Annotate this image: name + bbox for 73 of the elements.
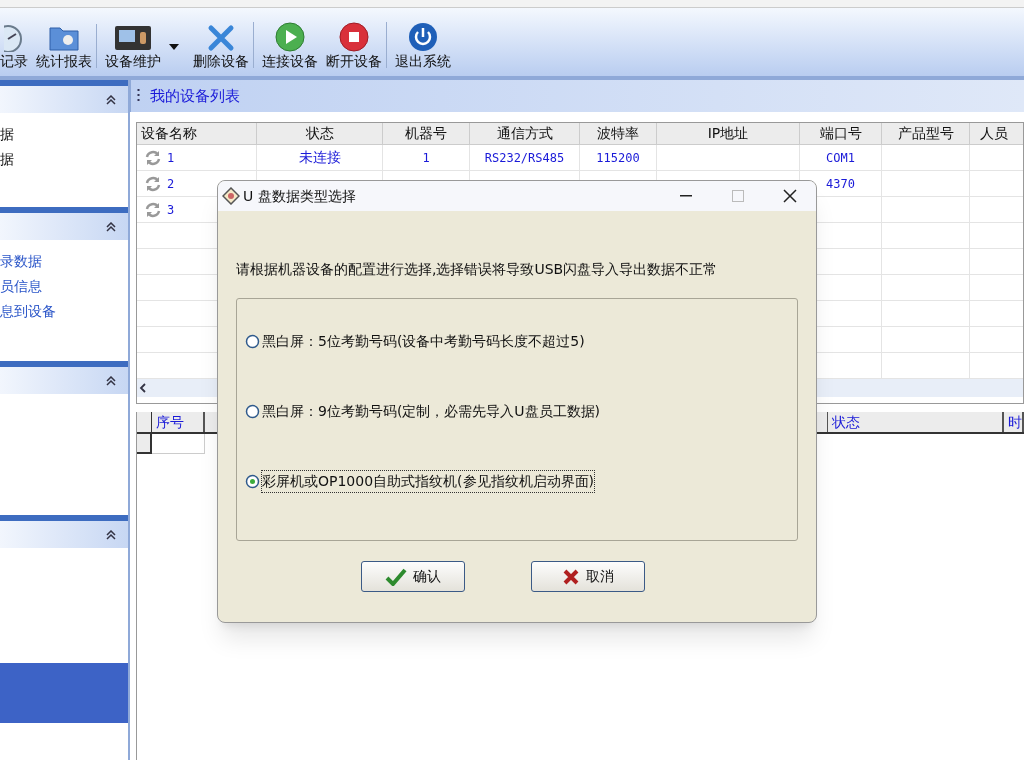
section-header[interactable] [0,361,128,394]
radio-button[interactable] [245,403,260,419]
sidebar-item[interactable]: 据 [0,150,128,169]
checkmark-icon [385,567,407,586]
column-header[interactable]: 状态 [828,412,1004,432]
toolbar-button[interactable]: 设备维护 [105,24,161,68]
radio-option[interactable]: 彩屏机或OP1000自助式指纹机(参见指纹机启动界面) [245,469,797,493]
column-header[interactable]: 人员 [970,123,1023,144]
dropdown-caret-icon[interactable] [169,44,179,50]
confirm-button[interactable]: 确认 [361,561,465,592]
toolbar-button[interactable]: 记录 [0,22,28,68]
refresh-icon [145,201,161,218]
toolbar-button[interactable]: 断开设备 [326,22,382,68]
stop-icon [339,22,369,52]
column-header[interactable]: 产品型号 [882,123,970,144]
collapse-icon[interactable] [106,94,116,105]
play-icon [275,22,305,52]
table-cell-text: 4370 [826,175,855,193]
radio-option[interactable]: 黑白屏：9位考勤号码(定制，必需先导入U盘员工数据) [245,399,797,423]
column-header[interactable]: 序号 [151,412,205,432]
scroll-left-icon[interactable] [139,383,147,393]
dialog-title: U 盘数据类型选择 [243,186,356,206]
collapse-icon[interactable] [106,221,116,232]
sidebar-item[interactable]: 息到设备 [0,302,128,321]
radio-button[interactable] [245,333,260,349]
stopwatch-icon [4,22,24,52]
table-cell-text: RS232/RS485 [484,149,565,167]
table-cell-text: 未连接 [298,148,341,167]
toolbar-button[interactable]: 退出系统 [395,22,451,68]
panel-title: 我的设备列表 [150,85,240,107]
close-icon [783,189,797,203]
sidebar-item[interactable]: 据 [0,125,128,144]
column-header[interactable]: 通信方式 [470,123,580,144]
refresh-icon [145,149,161,166]
grip-icon [137,88,140,104]
radio-option[interactable]: 黑白屏：5位考勤号码(设备中考勤号码长度不超过5) [245,329,797,353]
toolbar-button[interactable]: 删除设备 [193,24,249,68]
column-header[interactable]: 状态 [257,123,383,144]
toolbar-button[interactable]: 连接设备 [262,22,318,68]
collapse-icon[interactable] [106,375,116,386]
collapse-icon[interactable] [106,529,116,540]
terminal-icon [114,24,152,52]
column-header[interactable]: 时 [1004,412,1024,432]
cancel-button[interactable]: 取消 [531,561,645,592]
table-cell-text: 115200 [596,149,640,167]
column-header[interactable]: 波特率 [580,123,657,144]
section-header[interactable] [0,515,128,548]
table-cell-text: 1 [167,149,175,167]
table-cell-text: 1 [422,149,430,167]
section-header[interactable] [0,207,128,240]
minimize-icon [680,195,692,197]
column-header[interactable]: 机器号 [383,123,470,144]
maximize-icon [732,190,744,202]
instruction-text: 请根据机器设备的配置进行选择,选择错误将导致USB闪盘导入导出数据不正常 [236,260,719,279]
sidebar-item[interactable]: 录数据 [0,252,128,271]
radio-button[interactable] [245,473,260,489]
table-cell [152,434,205,454]
column-header[interactable]: 设备名称 [137,123,257,144]
table-cell-text: 3 [167,201,175,219]
column-header[interactable]: 端口号 [800,123,882,144]
refresh-icon [145,175,161,192]
power-icon [408,22,438,52]
cross-icon [562,567,580,586]
folder-icon [48,24,80,52]
app-icon [222,187,240,205]
table-cell-text: 2 [167,175,175,193]
column-header[interactable]: IP地址 [657,123,800,144]
close-icon [207,24,235,52]
table-cell-text: COM1 [826,149,855,167]
toolbar-button[interactable]: 统计报表 [36,24,92,68]
row-header[interactable] [137,434,152,454]
section-header[interactable] [0,80,128,113]
sidebar-item[interactable]: 员信息 [0,277,128,296]
